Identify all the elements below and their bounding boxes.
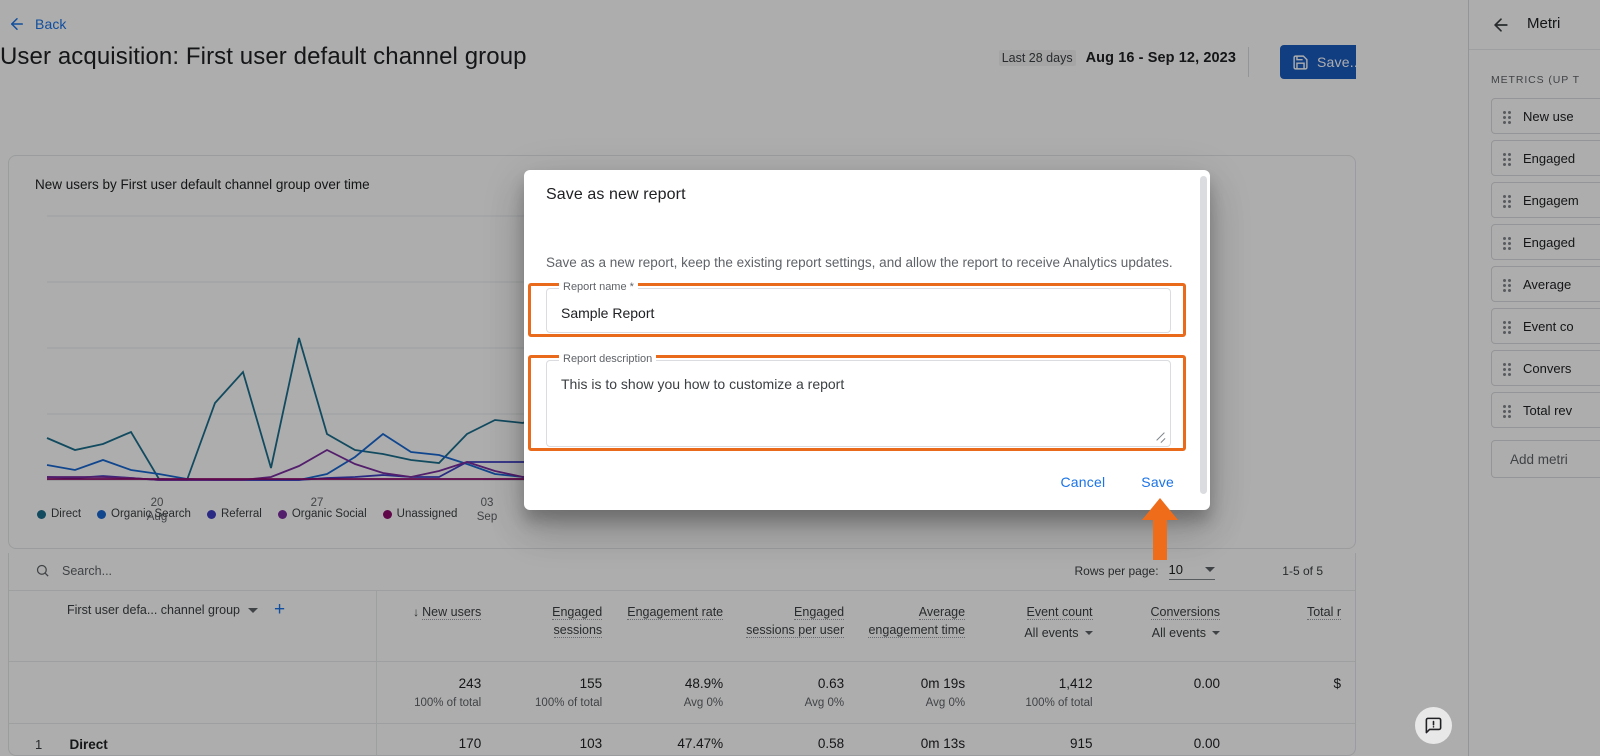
save-as-new-report-dialog: Save as new report Save as a new report,… [524, 170, 1210, 510]
report-name-label: Report name * [559, 281, 638, 293]
feedback-icon [1425, 717, 1442, 734]
feedback-button[interactable] [1415, 707, 1452, 744]
app-root: Back User acquisition: First user defaul… [0, 0, 1600, 756]
dialog-scrollbar-thumb[interactable] [1200, 176, 1207, 494]
dialog-description: Save as a new report, keep the existing … [546, 255, 1173, 270]
report-name-field[interactable]: Report name * Sample Report [546, 281, 1171, 333]
resize-handle-icon[interactable] [1155, 432, 1165, 442]
report-description-value: This is to show you how to customize a r… [561, 376, 845, 392]
cancel-button[interactable]: Cancel [1057, 468, 1110, 496]
dialog-save-button[interactable]: Save [1137, 468, 1178, 496]
report-name-value: Sample Report [561, 305, 655, 321]
annotation-arrow-icon [1142, 498, 1178, 560]
dialog-title: Save as new report [546, 186, 686, 203]
dialog-actions: Cancel Save [1057, 468, 1179, 496]
report-description-label: Report description [559, 353, 657, 365]
report-description-field[interactable]: Report description This is to show you h… [546, 353, 1171, 447]
